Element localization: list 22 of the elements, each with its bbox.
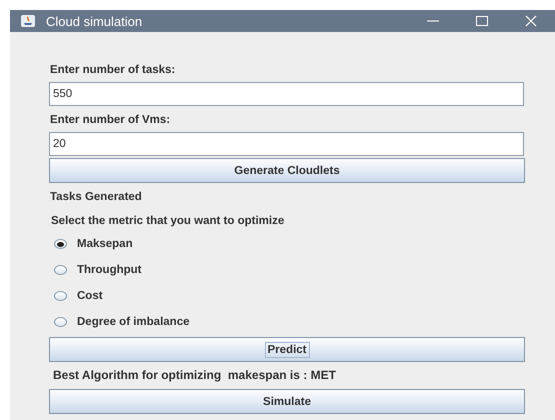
radio-button[interactable]	[54, 239, 67, 249]
radio-label[interactable]: Degree of imbalance	[77, 316, 190, 328]
radio-button[interactable]	[54, 265, 67, 275]
generate-button[interactable]: Generate Cloudlets	[49, 158, 525, 183]
field-label: Enter number of Vms:	[50, 114, 170, 126]
radio-button[interactable]	[54, 317, 67, 327]
maximize-icon[interactable]	[476, 15, 488, 27]
radio-label[interactable]: Throughput	[77, 264, 142, 276]
field-label: Enter number of tasks:	[50, 64, 176, 76]
close-icon[interactable]	[525, 15, 537, 27]
window-title: Cloud simulation	[46, 14, 142, 28]
radio-label[interactable]: Cost	[77, 290, 103, 302]
radio-label[interactable]: Maksepan	[77, 238, 133, 250]
simulate-button[interactable]: Simulate	[49, 389, 525, 414]
radio-button[interactable]	[54, 291, 67, 301]
predict-button[interactable]: Predict	[49, 337, 525, 362]
result-text: Best Algorithm for optimizing makespan is : MET	[53, 368, 336, 382]
prompt-text: Select the metric that you want to optimize	[51, 215, 284, 227]
app-icon	[20, 14, 36, 28]
input-field[interactable]: 20	[49, 132, 524, 156]
status-text: Tasks Generated	[50, 191, 142, 203]
input-field[interactable]: 550	[49, 82, 524, 106]
